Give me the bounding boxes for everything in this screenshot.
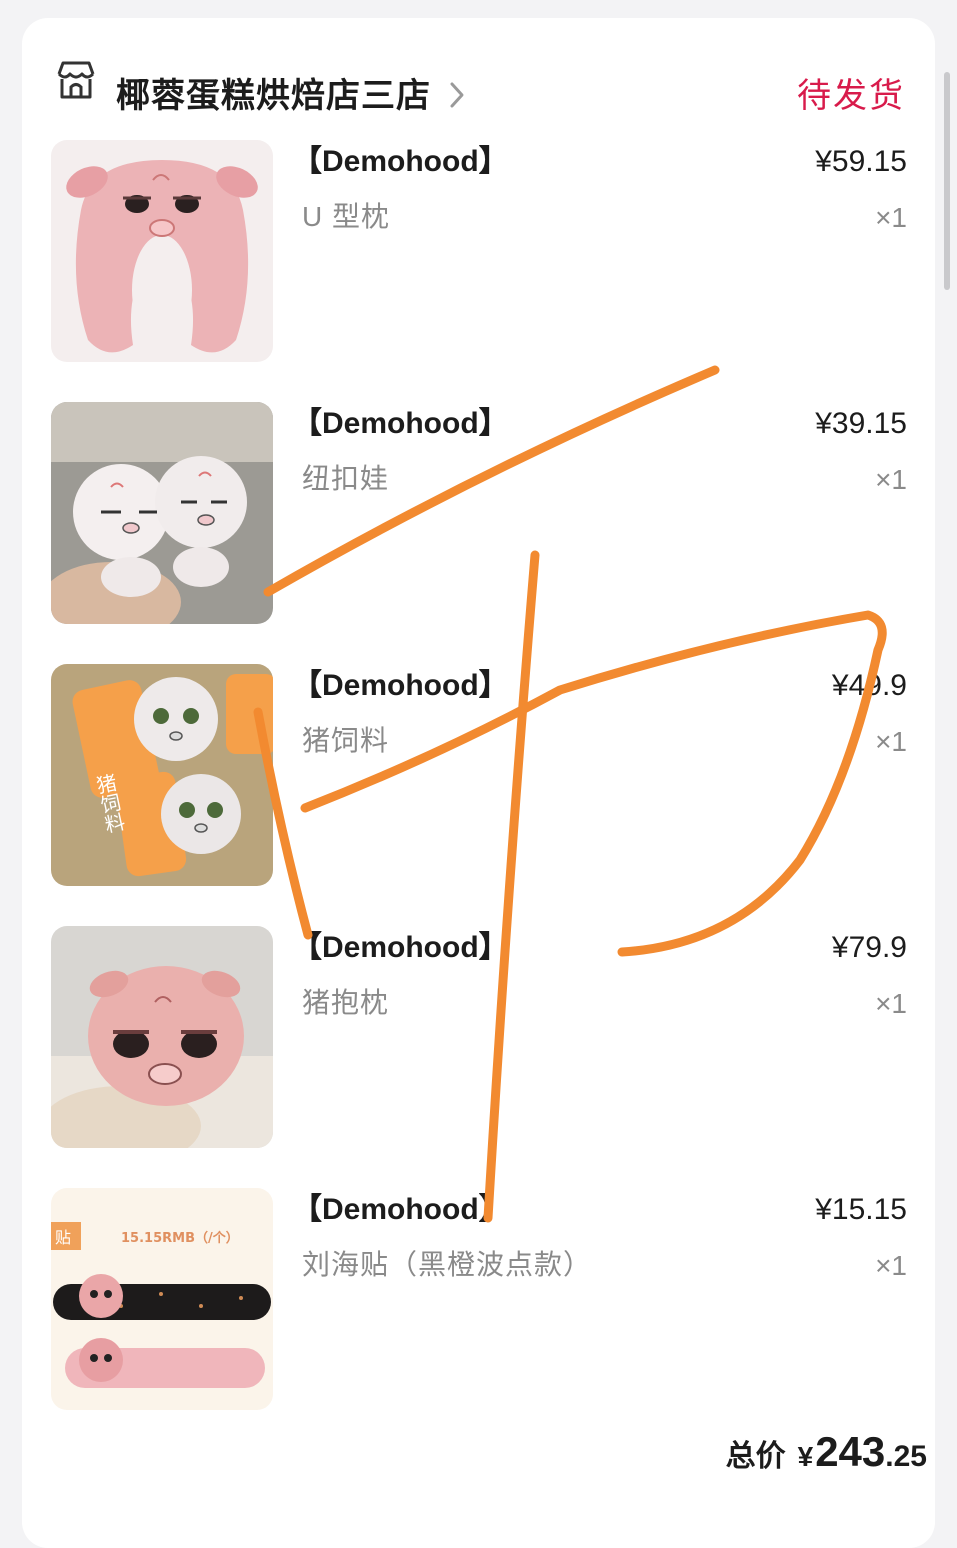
total-amount-integer: 243	[815, 1428, 886, 1475]
item-quantity: ×1	[875, 202, 907, 233]
total-currency: ¥	[797, 1441, 814, 1472]
item-price: ¥49.9	[831, 669, 907, 702]
image-banner: 15.15RMB（/个）	[121, 1230, 239, 1246]
total-label: 总价	[725, 1440, 786, 1473]
item-quantity: ×1	[875, 988, 907, 1019]
item-price: ¥39.15	[815, 407, 907, 440]
item-quantity: ×1	[875, 726, 907, 757]
item-name: 纽扣娃	[302, 463, 390, 494]
item-name: 猪饲料	[302, 725, 390, 756]
product-image[interactable]	[51, 402, 273, 624]
item-price: ¥59.15	[815, 145, 907, 178]
order-item[interactable]: 【Demohood】 猪抱枕 ¥79.9 ×1	[22, 926, 935, 1150]
product-image[interactable]	[51, 140, 273, 362]
total-amount-decimal: .25	[885, 1440, 927, 1473]
item-quantity: ×1	[875, 1250, 907, 1281]
item-brand: 【Demohood】	[292, 669, 509, 702]
item-brand: 【Demohood】	[292, 145, 509, 178]
product-image[interactable]: 贴 15.15RMB（/个）	[51, 1188, 273, 1410]
item-name: 猪抱枕	[302, 987, 390, 1018]
item-name: U 型枕	[302, 201, 391, 232]
product-image[interactable]: 猪饲料	[51, 664, 273, 886]
store-header[interactable]: 椰蓉蛋糕烘焙店三店 待发货	[22, 18, 935, 138]
order-total: 总价 ¥243.25	[726, 1428, 927, 1476]
image-tag: 贴	[55, 1228, 71, 1247]
chevron-right-icon[interactable]	[448, 80, 466, 110]
scrollbar[interactable]	[944, 72, 950, 290]
order-item[interactable]: 【Demohood】 纽扣娃 ¥39.15 ×1	[22, 402, 935, 626]
order-item[interactable]: 猪饲料 【Demohood】 猪饲料 ¥49.9 ×1	[22, 664, 935, 888]
item-price: ¥79.9	[831, 931, 907, 964]
store-name[interactable]: 椰蓉蛋糕烘焙店三店	[116, 74, 431, 118]
store-icon	[57, 61, 95, 99]
order-item[interactable]: 【Demohood】 U 型枕 ¥59.15 ×1	[22, 140, 935, 364]
product-image[interactable]	[51, 926, 273, 1148]
item-quantity: ×1	[875, 464, 907, 495]
item-brand: 【Demohood】	[292, 931, 509, 964]
order-item[interactable]: 贴 15.15RMB（/个） 【Demohood】 刘海贴（黑橙波点款） ¥15…	[22, 1188, 935, 1412]
item-name: 刘海贴（黑橙波点款）	[302, 1249, 593, 1280]
item-price: ¥15.15	[815, 1193, 907, 1226]
order-card: 椰蓉蛋糕烘焙店三店 待发货 【Demohood】 U 型枕 ¥59.15 ×1	[22, 18, 935, 1548]
item-brand: 【Demohood】	[292, 1193, 509, 1226]
item-brand: 【Demohood】	[292, 407, 509, 440]
order-status-label: 待发货	[797, 77, 905, 115]
